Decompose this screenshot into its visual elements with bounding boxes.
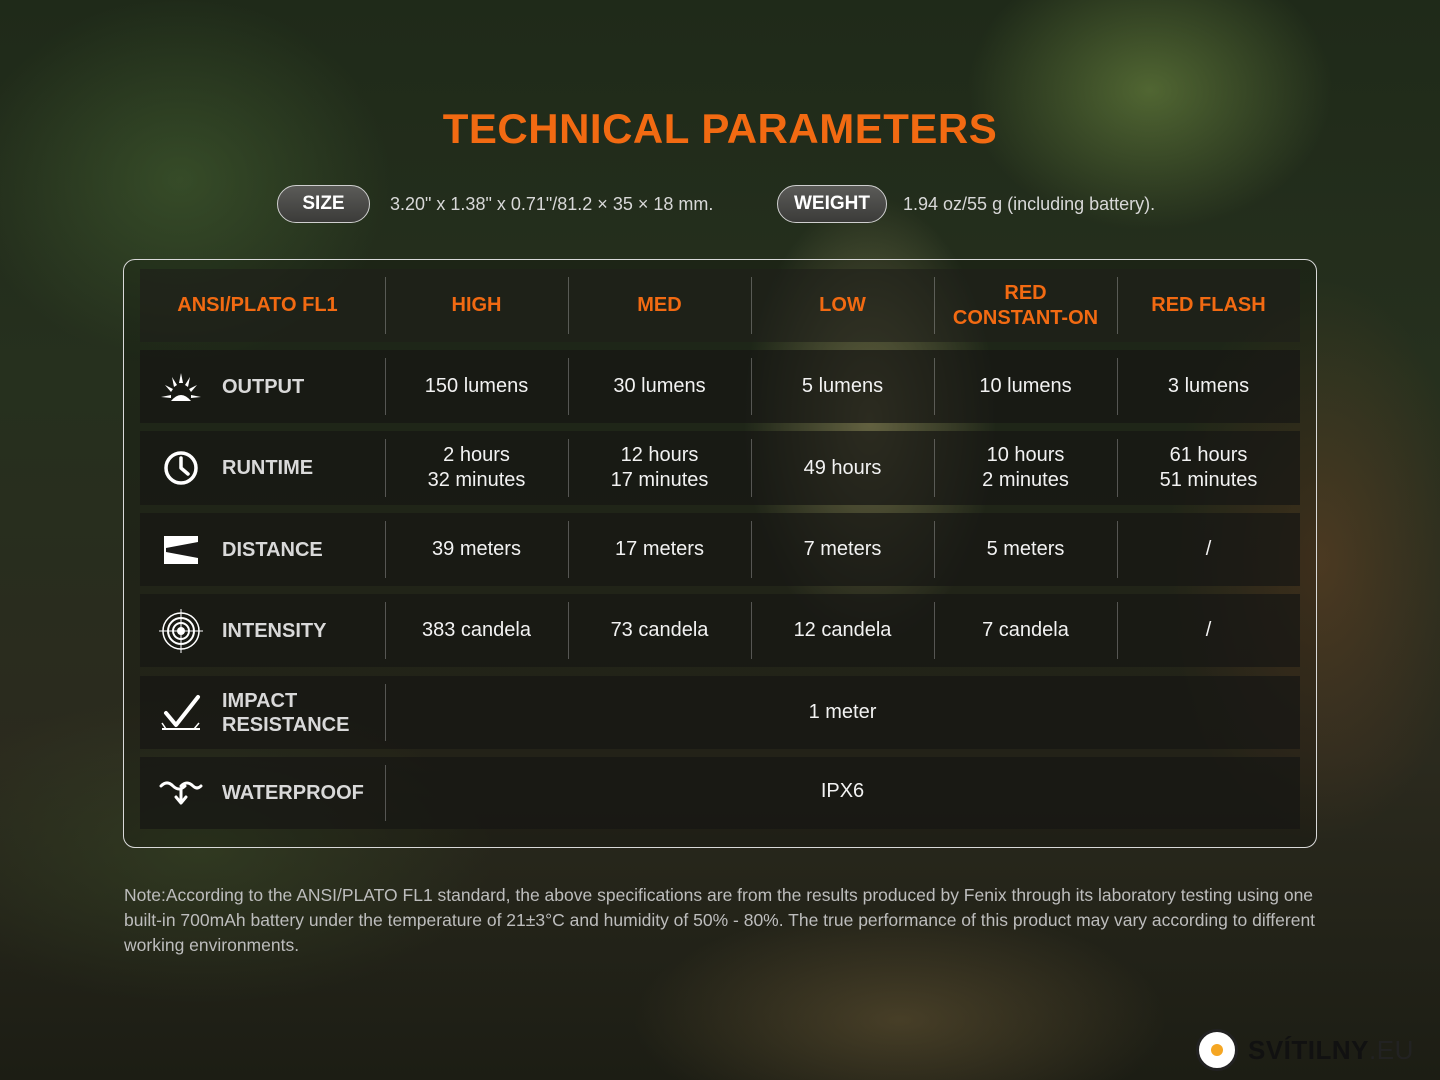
- row-label: IMPACT RESISTANCE: [222, 689, 350, 736]
- row-label: OUTPUT: [222, 375, 305, 398]
- value-cell: 7 meters: [751, 513, 934, 586]
- table-row-runtime: RUNTIME 2 hours 32 minutes 12 hours 17 m…: [140, 431, 1300, 505]
- value-cell: 2 hours 32 minutes: [385, 431, 568, 505]
- row-label-cell: OUTPUT: [140, 350, 385, 423]
- value-cell: 5 lumens: [751, 350, 934, 423]
- table-row-distance: DISTANCE 39 meters 17 meters 7 meters 5 …: [140, 513, 1300, 586]
- header-red-constant-on: RED CONSTANT-ON: [934, 269, 1117, 342]
- value-cell: 10 lumens: [934, 350, 1117, 423]
- row-label: WATERPROOF: [222, 782, 364, 804]
- weight-spec: WEIGHT 1.94 oz/55 g (including battery).: [777, 185, 1155, 223]
- table-row-impact-resistance: IMPACT RESISTANCE 1 meter: [140, 676, 1300, 749]
- table-row-waterproof: WATERPROOF IPX6: [140, 757, 1300, 829]
- row-label-cell: IMPACT RESISTANCE: [140, 676, 385, 749]
- header-high: HIGH: [385, 269, 568, 342]
- waterproof-icon: [156, 768, 206, 818]
- row-label-cell: WATERPROOF: [140, 757, 385, 829]
- value-cell: 17 meters: [568, 513, 751, 586]
- beam-distance-icon: [156, 525, 206, 575]
- target-icon: [156, 606, 206, 656]
- logo-icon: [1196, 1029, 1238, 1071]
- size-spec: SIZE 3.20" x 1.38" x 0.71"/81.2 × 35 × 1…: [277, 185, 713, 223]
- value-cell: 150 lumens: [385, 350, 568, 423]
- footnote: Note:According to the ANSI/PLATO FL1 sta…: [124, 885, 1316, 955]
- value-cell: 3 lumens: [1117, 350, 1300, 423]
- size-value: 3.20" x 1.38" x 0.71"/81.2 × 35 × 18 mm.: [390, 193, 714, 214]
- header-low: LOW: [751, 269, 934, 342]
- row-label-cell: INTENSITY: [140, 594, 385, 667]
- header-red-flash: RED FLASH: [1117, 269, 1300, 342]
- value-cell: 61 hours 51 minutes: [1117, 431, 1300, 505]
- table-row-intensity: INTENSITY 383 candela 73 candela 12 cand…: [140, 594, 1300, 667]
- weight-badge: WEIGHT: [777, 185, 887, 223]
- value-cell: 30 lumens: [568, 350, 751, 423]
- value-cell: /: [1117, 513, 1300, 586]
- row-label-cell: DISTANCE: [140, 513, 385, 586]
- page-title: TECHNICAL PARAMETERS: [442, 105, 998, 152]
- row-label: DISTANCE: [222, 538, 323, 561]
- value-cell: 39 meters: [385, 513, 568, 586]
- value-cell: 49 hours: [751, 431, 934, 505]
- header-med: MED: [568, 269, 751, 342]
- row-label: INTENSITY: [222, 619, 327, 642]
- clock-icon: [156, 443, 206, 493]
- value-cell: 7 candela: [934, 594, 1117, 667]
- weight-value: 1.94 oz/55 g (including battery).: [903, 193, 1156, 214]
- value-cell: 383 candela: [385, 594, 568, 667]
- value-cell: /: [1117, 594, 1300, 667]
- value-cell: IPX6: [385, 757, 1300, 829]
- logo-text: SVÍTILNY.EU: [1248, 1034, 1414, 1065]
- value-cell: 12 hours 17 minutes: [568, 431, 751, 505]
- value-cell: 12 candela: [751, 594, 934, 667]
- value-cell: 1 meter: [385, 676, 1300, 749]
- row-label: RUNTIME: [222, 457, 314, 479]
- output-icon: [156, 362, 206, 412]
- table-row-output: OUTPUT 150 lumens 30 lumens 5 lumens 10 …: [140, 350, 1300, 423]
- size-badge: SIZE: [277, 185, 370, 223]
- value-cell: 5 meters: [934, 513, 1117, 586]
- value-cell: 10 hours 2 minutes: [934, 431, 1117, 505]
- impact-icon: [156, 688, 206, 738]
- header-standard: ANSI/PLATO FL1: [177, 294, 338, 316]
- value-cell: 73 candela: [568, 594, 751, 667]
- row-label-cell: RUNTIME: [140, 431, 385, 505]
- table-header-row: ANSI/PLATO FL1 HIGH MED LOW RED CONSTANT…: [140, 269, 1300, 342]
- brand-logo: SVÍTILNY.EU: [1196, 1028, 1414, 1072]
